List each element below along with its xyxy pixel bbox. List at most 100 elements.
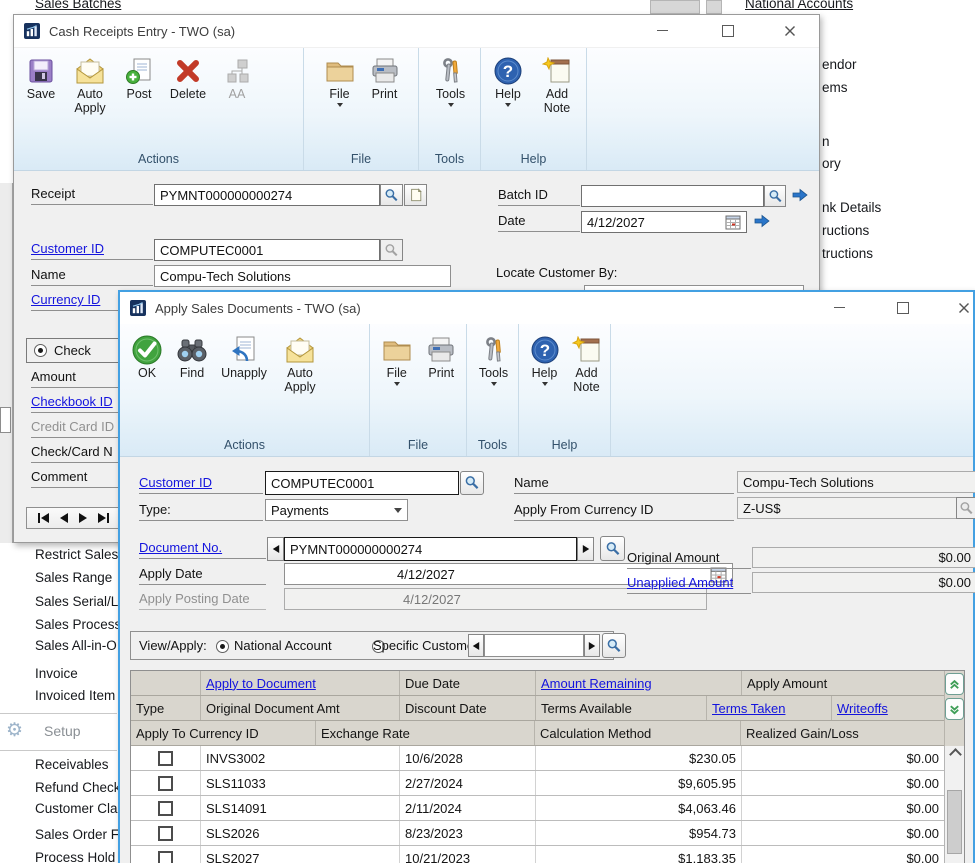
help-menu-button[interactable]: ? Help xyxy=(525,333,564,386)
receipt-input[interactable]: PYMNT000000000274 xyxy=(154,184,380,206)
customer-lookup-button[interactable] xyxy=(460,471,484,495)
customer-id-link[interactable]: Customer ID xyxy=(31,241,153,260)
minimize-button[interactable] xyxy=(823,297,855,318)
row-checkbox[interactable] xyxy=(158,826,173,841)
receipt-note-button[interactable] xyxy=(404,184,427,206)
bg-link-sales-batches[interactable]: Sales Batches xyxy=(35,0,121,11)
find-button[interactable]: Find xyxy=(171,333,213,380)
cell-apply-amount[interactable]: $0.00 xyxy=(742,821,944,845)
hide-details-button[interactable] xyxy=(945,698,964,720)
bg-nav-receivables[interactable]: Receivables xyxy=(35,757,119,772)
document-no-link[interactable]: Document No. xyxy=(139,540,266,559)
help-menu-button[interactable]: ? Help xyxy=(487,54,529,107)
customer-filter-lookup-button[interactable] xyxy=(602,633,626,658)
bg-text-fragment[interactable]: ructions xyxy=(822,223,869,238)
file-menu-button[interactable]: File xyxy=(376,333,418,386)
next-customer-button[interactable] xyxy=(584,634,600,657)
calendar-icon[interactable] xyxy=(725,214,741,230)
bg-link-national-accounts[interactable]: National Accounts xyxy=(745,0,853,11)
scroll-up-button[interactable] xyxy=(945,746,965,759)
cell-apply-amount[interactable]: $0.00 xyxy=(742,771,944,795)
batch-lookup-button[interactable] xyxy=(764,185,786,207)
type-dropdown[interactable]: Payments xyxy=(265,499,408,521)
cell-apply-amount[interactable]: $0.00 xyxy=(742,846,944,863)
bg-nav-process-hold[interactable]: Process Hold xyxy=(35,850,119,863)
batch-id-input[interactable] xyxy=(581,185,764,207)
maximize-button[interactable] xyxy=(887,297,919,318)
national-account-radio[interactable] xyxy=(216,640,229,653)
file-menu-button[interactable]: File xyxy=(319,54,361,107)
cell-due-date: 10/21/2023 xyxy=(400,846,536,863)
unapply-button[interactable]: Unapply xyxy=(216,333,272,380)
previous-document-button[interactable] xyxy=(267,537,284,561)
bg-nav-sales-serial[interactable]: Sales Serial/L xyxy=(35,594,119,609)
table-row[interactable]: SLS2026 8/23/2023 $954.73 $0.00 xyxy=(131,821,964,846)
close-icon xyxy=(784,25,796,37)
customer-id-link[interactable]: Customer ID xyxy=(139,475,263,494)
bg-nav-restrict-sales[interactable]: Restrict Sales xyxy=(35,547,119,562)
tools-menu-button[interactable]: Tools xyxy=(430,54,472,107)
print-button[interactable]: Print xyxy=(364,54,406,101)
post-button[interactable]: Post xyxy=(118,54,160,101)
auto-apply-button[interactable]: Auto Apply xyxy=(65,54,115,115)
bg-text-fragment[interactable]: ems xyxy=(822,80,848,95)
cell-apply-amount[interactable]: $0.00 xyxy=(742,796,944,820)
document-no-input[interactable]: PYMNT000000000274 xyxy=(284,537,577,561)
unapplied-amount-link[interactable]: Unapplied Amount xyxy=(627,575,751,594)
row-checkbox[interactable] xyxy=(158,801,173,816)
table-row[interactable]: SLS11033 2/27/2024 $9,605.95 $0.00 xyxy=(131,771,964,796)
bg-nav-sales-order[interactable]: Sales Order F xyxy=(35,827,119,842)
bg-nav-invoiced-item[interactable]: Invoiced Item xyxy=(35,688,119,703)
add-note-button[interactable]: Add Note xyxy=(567,333,606,394)
print-button[interactable]: Print xyxy=(421,333,463,380)
bg-nav-invoice[interactable]: Invoice xyxy=(35,666,119,681)
previous-customer-button[interactable] xyxy=(468,634,484,657)
cell-apply-amount[interactable]: $0.00 xyxy=(742,746,944,770)
first-record-button[interactable] xyxy=(38,513,49,523)
bg-text-fragment[interactable]: nk Details xyxy=(822,200,881,215)
maximize-button[interactable] xyxy=(712,20,744,41)
bg-nav-sales-range[interactable]: Sales Range xyxy=(35,570,119,585)
receipt-lookup-button[interactable] xyxy=(380,184,403,206)
date-input[interactable]: 4/12/2027 xyxy=(581,211,747,233)
document-lookup-button[interactable] xyxy=(600,536,625,561)
table-row[interactable]: INVS3002 10/6/2028 $230.05 $0.00 xyxy=(131,746,964,771)
minimize-button[interactable] xyxy=(646,20,678,41)
table-scrollbar[interactable] xyxy=(944,746,965,863)
bg-text-fragment[interactable]: tructions xyxy=(822,246,873,261)
next-record-button[interactable] xyxy=(79,513,87,523)
checkbook-id-link[interactable]: Checkbook ID xyxy=(31,394,126,413)
check-radio[interactable] xyxy=(34,344,47,357)
customer-filter-input[interactable] xyxy=(484,634,584,657)
bg-nav-customer-class[interactable]: Customer Cla xyxy=(35,801,119,816)
row-checkbox[interactable] xyxy=(158,751,173,766)
last-record-button[interactable] xyxy=(98,513,109,523)
bg-text-fragment[interactable]: endor xyxy=(822,57,857,72)
bg-text-fragment[interactable]: n xyxy=(822,134,830,149)
bg-nav-sales-all-in-one[interactable]: Sales All-in-O xyxy=(35,638,119,653)
scrollbar-thumb[interactable] xyxy=(947,790,962,854)
bg-nav-refund-check[interactable]: Refund Check xyxy=(35,780,119,795)
row-checkbox[interactable] xyxy=(158,776,173,791)
customer-id-input[interactable]: COMPUTEC0001 xyxy=(154,239,380,261)
ok-button[interactable]: OK xyxy=(126,333,168,380)
save-button[interactable]: Save xyxy=(20,54,62,101)
close-button[interactable] xyxy=(948,297,975,318)
next-document-button[interactable] xyxy=(577,537,594,561)
row-checkbox[interactable] xyxy=(158,851,173,863)
auto-apply-button[interactable]: Auto Apply xyxy=(275,333,325,394)
bg-text-fragment[interactable]: ory xyxy=(822,156,841,171)
date-expand-button[interactable] xyxy=(753,214,771,228)
add-note-button[interactable]: Add Note xyxy=(532,54,582,115)
bg-section-setup[interactable]: Setup xyxy=(44,723,81,739)
bg-nav-sales-process[interactable]: Sales Process xyxy=(35,617,119,632)
tools-menu-button[interactable]: Tools xyxy=(473,333,514,386)
show-details-button[interactable] xyxy=(945,673,964,695)
close-button[interactable] xyxy=(774,20,806,41)
table-row[interactable]: SLS2027 10/21/2023 $1,183.35 $0.00 xyxy=(131,846,964,863)
batch-expand-button[interactable] xyxy=(791,188,809,202)
delete-button[interactable]: Delete xyxy=(163,54,213,101)
customer-id-input[interactable]: COMPUTEC0001 xyxy=(265,471,459,495)
table-row[interactable]: SLS14091 2/11/2024 $4,063.46 $0.00 xyxy=(131,796,964,821)
previous-record-button[interactable] xyxy=(60,513,68,523)
